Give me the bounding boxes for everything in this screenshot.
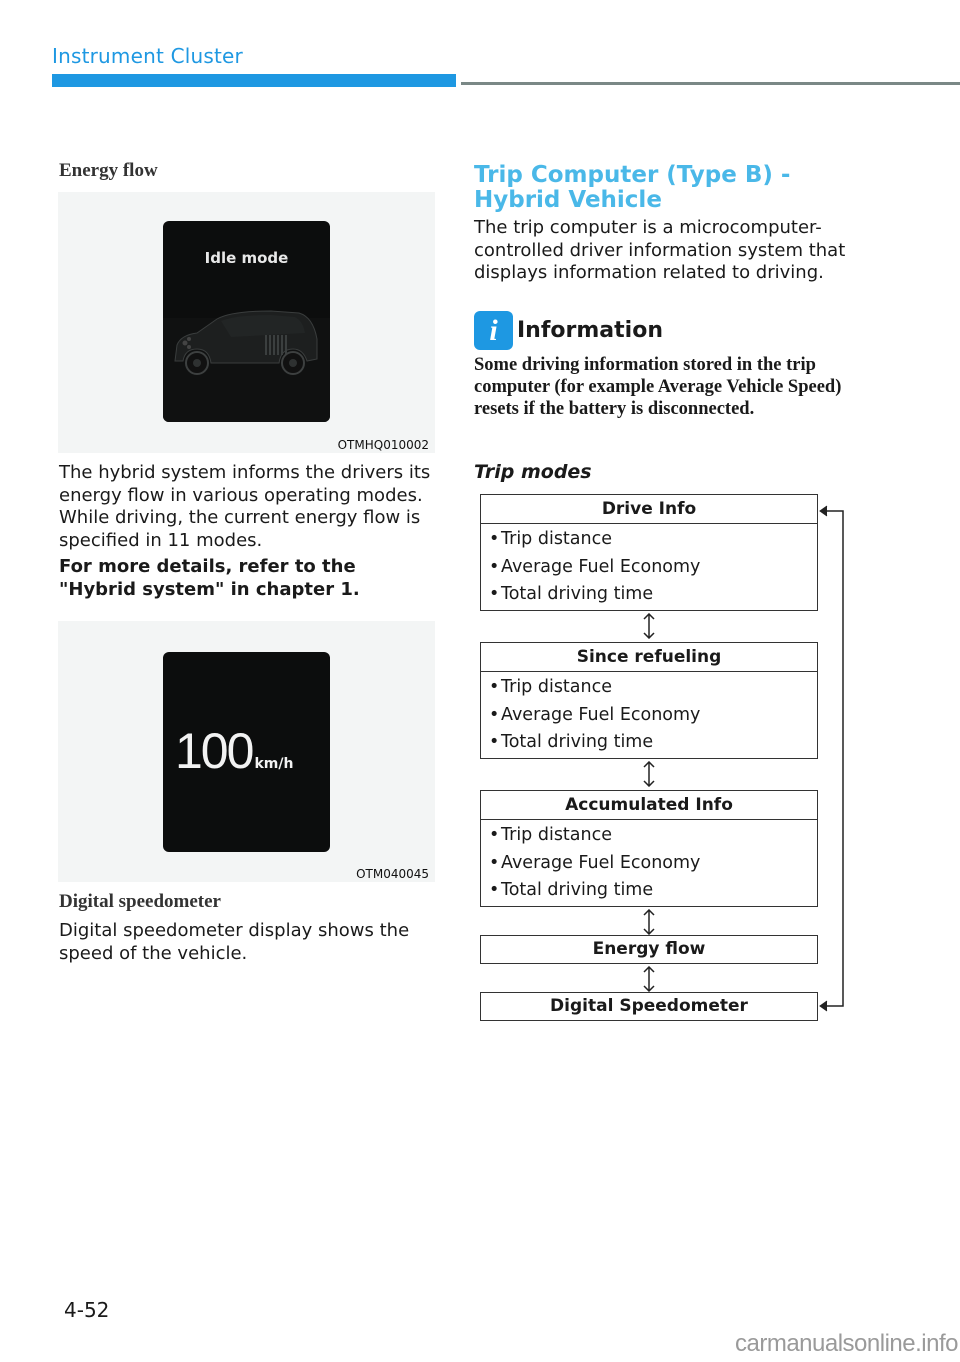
mode-title: Drive Info: [481, 495, 817, 524]
mode-box-digital-speedometer: Digital Speedometer: [480, 992, 818, 1021]
mode-box-since-refueling: Since refueling •Trip distance •Average …: [480, 642, 818, 759]
mode-title: Digital Speedometer: [550, 996, 748, 1016]
trip-computer-heading: Trip Computer (Type B) - Hybrid Vehicle: [474, 162, 791, 213]
mode-item: •Average Fuel Economy: [489, 852, 701, 873]
double-arrow-icon: [643, 761, 655, 787]
energy-flow-note: For more details, refer to the "Hybrid s…: [59, 556, 360, 600]
information-title: Information: [517, 318, 663, 343]
section-title: Instrument Cluster: [52, 44, 243, 68]
mode-item: •Trip distance: [489, 529, 612, 549]
trip-computer-intro: The trip computer is a microcomputer-con…: [474, 217, 846, 283]
mode-item: •Trip distance: [489, 677, 612, 697]
cluster-screen: 100 km/h: [163, 652, 330, 852]
loop-arrow-icon: [819, 505, 844, 1012]
car-silhouette-icon: [174, 310, 318, 375]
mode-item: •Average Fuel Economy: [489, 704, 701, 725]
mode-title: Energy flow: [592, 939, 706, 959]
figure-code: OTM040045: [356, 867, 429, 881]
energy-mode-label: Idle mode: [204, 249, 289, 267]
digital-speedometer-heading: Digital speedometer: [59, 891, 221, 912]
mode-box-energy-flow: Energy flow: [480, 935, 818, 964]
energy-flow-heading: Energy flow: [59, 160, 158, 181]
mode-item: •Average Fuel Economy: [489, 556, 701, 577]
information-text: Some driving information stored in the t…: [474, 355, 842, 419]
mode-box-drive-info: Drive Info •Trip distance •Average Fuel …: [480, 494, 818, 611]
mode-title: Since refueling: [481, 643, 817, 672]
figure-code: OTMHQ010002: [337, 438, 429, 452]
page-number: 4-52: [64, 1298, 110, 1322]
digital-speedometer-paragraph: Digital speedometer display shows the sp…: [59, 920, 410, 964]
double-arrow-icon: [643, 613, 655, 639]
mode-title: Accumulated Info: [481, 791, 817, 820]
header-rule: [461, 82, 960, 85]
mode-box-accumulated-info: Accumulated Info •Trip distance •Average…: [480, 790, 818, 907]
cluster-screen: Idle mode: [163, 221, 330, 422]
mode-item: •Total driving time: [489, 880, 654, 900]
watermark: carmanualsonline.info: [735, 1330, 958, 1357]
header-accent-bar: [52, 74, 456, 87]
trip-modes-title: Trip modes: [474, 461, 592, 483]
speedometer-figure: 100 km/h OTM040045: [58, 621, 435, 882]
mode-item: •Total driving time: [489, 732, 654, 752]
energy-flow-paragraph: The hybrid system informs the drivers it…: [59, 462, 431, 551]
info-icon: i: [474, 311, 513, 350]
energy-flow-figure: Idle mode OTMHQ010002: [58, 192, 435, 453]
speed-unit: km/h: [254, 756, 294, 772]
speed-value: 100: [175, 723, 254, 779]
mode-item: •Total driving time: [489, 584, 654, 604]
double-arrow-icon: [643, 966, 655, 992]
mode-item: •Trip distance: [489, 825, 612, 845]
double-arrow-icon: [643, 909, 655, 935]
